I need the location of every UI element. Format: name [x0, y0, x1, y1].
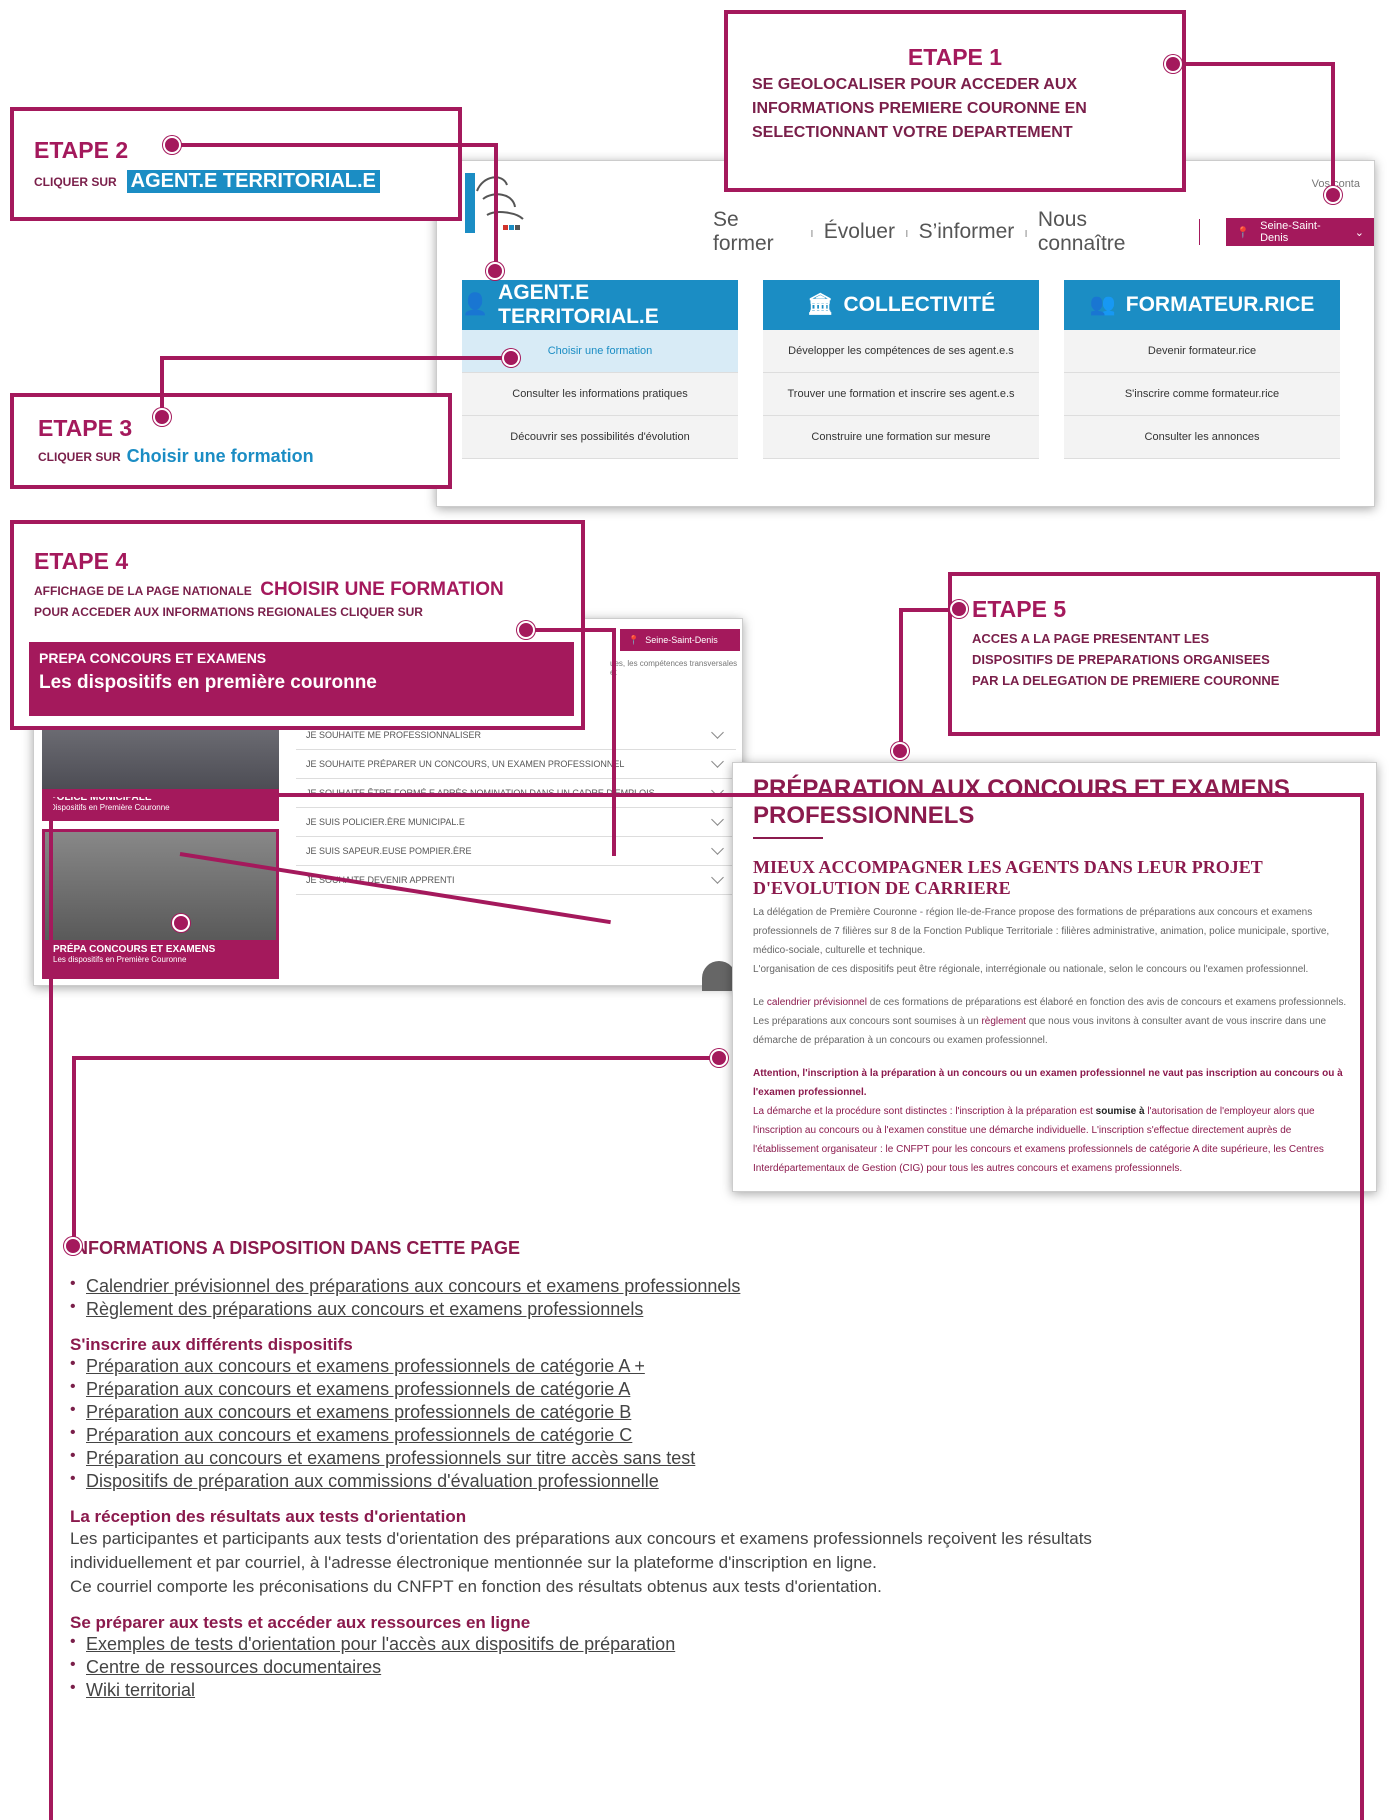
- nav-nous-connaitre[interactable]: Nous connaître: [1038, 208, 1173, 256]
- connector-dot: [64, 1237, 82, 1255]
- trouver-formation-link[interactable]: Trouver une formation et inscrire ses ag…: [763, 373, 1039, 416]
- connector-dot: [950, 600, 968, 618]
- column-formateur: 👥 FORMATEUR.RICE Devenir formateur.rice S…: [1064, 280, 1340, 459]
- step1-text: SE GEOLOCALISER POUR ACCEDER AUX INFORMA…: [752, 76, 1087, 141]
- commissions-link[interactable]: Dispositifs de préparation aux commissio…: [86, 1471, 659, 1491]
- connector: [160, 356, 164, 416]
- step4-title: ETAPE 4: [34, 548, 129, 574]
- connector: [72, 1056, 718, 1060]
- step5-line1: ACCES A LA PAGE PRESENTANT LES: [972, 631, 1210, 646]
- step5-title: ETAPE 5: [972, 596, 1067, 622]
- step5-line3: PAR LA DELEGATION DE PREMIERE COURONNE: [972, 673, 1280, 688]
- info-heading: INFORMATIONS A DISPOSITION DANS CETTE PA…: [70, 1238, 521, 1258]
- reglement-link[interactable]: Règlement des préparations aux concours …: [86, 1299, 643, 1319]
- prepa-b-link[interactable]: Préparation aux concours et examens prof…: [86, 1402, 631, 1422]
- connector-dot: [486, 262, 504, 280]
- step4-banner: PREPA CONCOURS ET EXAMENS Les dispositif…: [29, 642, 574, 716]
- step4-line1: AFFICHAGE DE LA PAGE NATIONALE: [34, 584, 252, 598]
- connector-dot: [163, 136, 181, 154]
- connector-dot: [1164, 55, 1182, 73]
- paragraph: individuellement et par courriel, à l'ad…: [70, 1553, 877, 1572]
- step2-prefix: CLIQUER SUR: [34, 174, 117, 189]
- intro-text: ues, les compétences transversales et: [610, 659, 738, 677]
- column-collectivite: 🏛 COLLECTIVITÉ Développer les compétences…: [763, 280, 1039, 459]
- nav-s-informer[interactable]: S’informer: [919, 220, 1015, 244]
- homepage-screenshot: Vos conta Se former ı Évoluer ı S’inform…: [436, 160, 1375, 507]
- step3-title: ETAPE 3: [38, 415, 133, 441]
- possibilites-evolution-link[interactable]: Découvrir ses possibilités d'évolution: [462, 416, 738, 459]
- section-heading: S'inscrire aux différents dispositifs: [70, 1335, 353, 1354]
- section-heading: La réception des résultats aux tests d'o…: [70, 1507, 467, 1526]
- developper-competences-link[interactable]: Développer les compétences de ses agent.…: [763, 330, 1039, 373]
- step2-highlight: AGENT.E TERRITORIAL.E: [126, 170, 380, 193]
- consulter-annonces-link[interactable]: Consulter les annonces: [1064, 416, 1340, 459]
- agent-territorial-button[interactable]: 👤 AGENT.E TERRITORIAL.E: [462, 280, 738, 330]
- main-nav: Se former ı Évoluer ı S’informer ı Nous …: [713, 208, 1374, 256]
- info-content: INFORMATIONS A DISPOSITION DANS CETTE PA…: [70, 1238, 1340, 1702]
- connector: [494, 143, 498, 271]
- column-agent: 👤 AGENT.E TERRITORIAL.E Choisir une forma…: [462, 280, 738, 459]
- chevron-down-icon: [711, 755, 724, 768]
- connector: [899, 608, 903, 748]
- connector: [1175, 62, 1335, 66]
- infos-pratiques-link[interactable]: Consulter les informations pratiques: [462, 373, 738, 416]
- prepa-a-plus-link[interactable]: Préparation aux concours et examens prof…: [86, 1356, 645, 1376]
- step5-box: ETAPE 5 ACCES A LA PAGE PRESENTANT LES D…: [948, 572, 1380, 736]
- step4-banner-big: Les dispositifs en première couronne: [39, 672, 377, 693]
- connector: [160, 356, 510, 360]
- accordion-row[interactable]: JE SOUHAITE PRÉPARER UN CONCOURS, UN EXA…: [296, 750, 736, 779]
- connector: [1331, 62, 1335, 192]
- step4-banner-small: PREPA CONCOURS ET EXAMENS: [39, 650, 267, 666]
- connector-dot: [517, 621, 535, 639]
- section-heading: Se préparer aux tests et accéder aux res…: [70, 1613, 531, 1632]
- step5-line2: DISPOSITIFS DE PREPARATIONS ORGANISEES: [972, 652, 1270, 667]
- connector-dot: [172, 914, 190, 932]
- step2-box: ETAPE 2 CLIQUER SUR AGENT.E TERRITORIAL.…: [10, 107, 462, 221]
- connector: [526, 628, 616, 632]
- group-icon: 👥: [1089, 293, 1116, 316]
- step4-line1-highlight: CHOISIR UNE FORMATION: [260, 579, 504, 600]
- wiki-territorial-link[interactable]: Wiki territorial: [86, 1680, 195, 1700]
- connector-dot: [710, 1049, 728, 1067]
- connector: [612, 628, 616, 856]
- step2-title: ETAPE 2: [34, 137, 129, 163]
- step1-title: ETAPE 1: [907, 44, 1003, 70]
- calendrier-link[interactable]: Calendrier prévisionnel des préparations…: [86, 1276, 740, 1296]
- collectivite-button[interactable]: 🏛 COLLECTIVITÉ: [763, 280, 1039, 330]
- prepa-a-link[interactable]: Préparation aux concours et examens prof…: [86, 1379, 630, 1399]
- step3-box: ETAPE 3 CLIQUER SUR Choisir une formatio…: [10, 393, 452, 489]
- connector-dot: [891, 742, 909, 760]
- construire-formation-link[interactable]: Construire une formation sur mesure: [763, 416, 1039, 459]
- prepa-titre-link[interactable]: Préparation au concours et examens profe…: [86, 1448, 695, 1468]
- building-icon: 🏛: [806, 293, 834, 316]
- nav-evoluer[interactable]: Évoluer: [824, 220, 895, 244]
- connector-dot: [1324, 186, 1342, 204]
- paragraph: Ce courriel comporte les préconisations …: [70, 1577, 882, 1596]
- nav-se-former[interactable]: Se former: [713, 208, 800, 256]
- prepa-c-link[interactable]: Préparation aux concours et examens prof…: [86, 1425, 632, 1445]
- devenir-formateur-link[interactable]: Devenir formateur.rice: [1064, 330, 1340, 373]
- chevron-down-icon: [711, 726, 724, 739]
- location-select[interactable]: 📍 Seine-Saint-Denis ⌄: [1226, 218, 1374, 246]
- exemples-tests-link[interactable]: Exemples de tests d'orientation pour l'a…: [86, 1634, 675, 1654]
- location-select-2[interactable]: 📍 Seine-Saint-Denis: [620, 629, 740, 651]
- step4-line2: POUR ACCEDER AUX INFORMATIONS REGIONALES…: [34, 605, 423, 619]
- step3-highlight: Choisir une formation: [126, 446, 314, 466]
- formateur-button[interactable]: 👥 FORMATEUR.RICE: [1064, 280, 1340, 330]
- map-pin-icon: 📍: [628, 634, 640, 645]
- map-pin-icon: 📍: [1236, 226, 1251, 239]
- connector: [172, 143, 498, 147]
- inscrire-formateur-link[interactable]: S'inscrire comme formateur.rice: [1064, 373, 1340, 416]
- connector: [72, 1056, 76, 1246]
- paragraph: Les participantes et participants aux te…: [70, 1529, 1092, 1548]
- connector-dot: [153, 408, 171, 426]
- person-icon: 👤: [462, 293, 489, 316]
- centre-ressources-link[interactable]: Centre de ressources documentaires: [86, 1657, 381, 1677]
- chevron-down-icon: ⌄: [1354, 226, 1364, 239]
- step1-box: ETAPE 1 SE GEOLOCALISER POUR ACCEDER AUX…: [724, 10, 1186, 192]
- step3-prefix: CLIQUER SUR: [38, 449, 121, 464]
- connector-dot: [502, 349, 520, 367]
